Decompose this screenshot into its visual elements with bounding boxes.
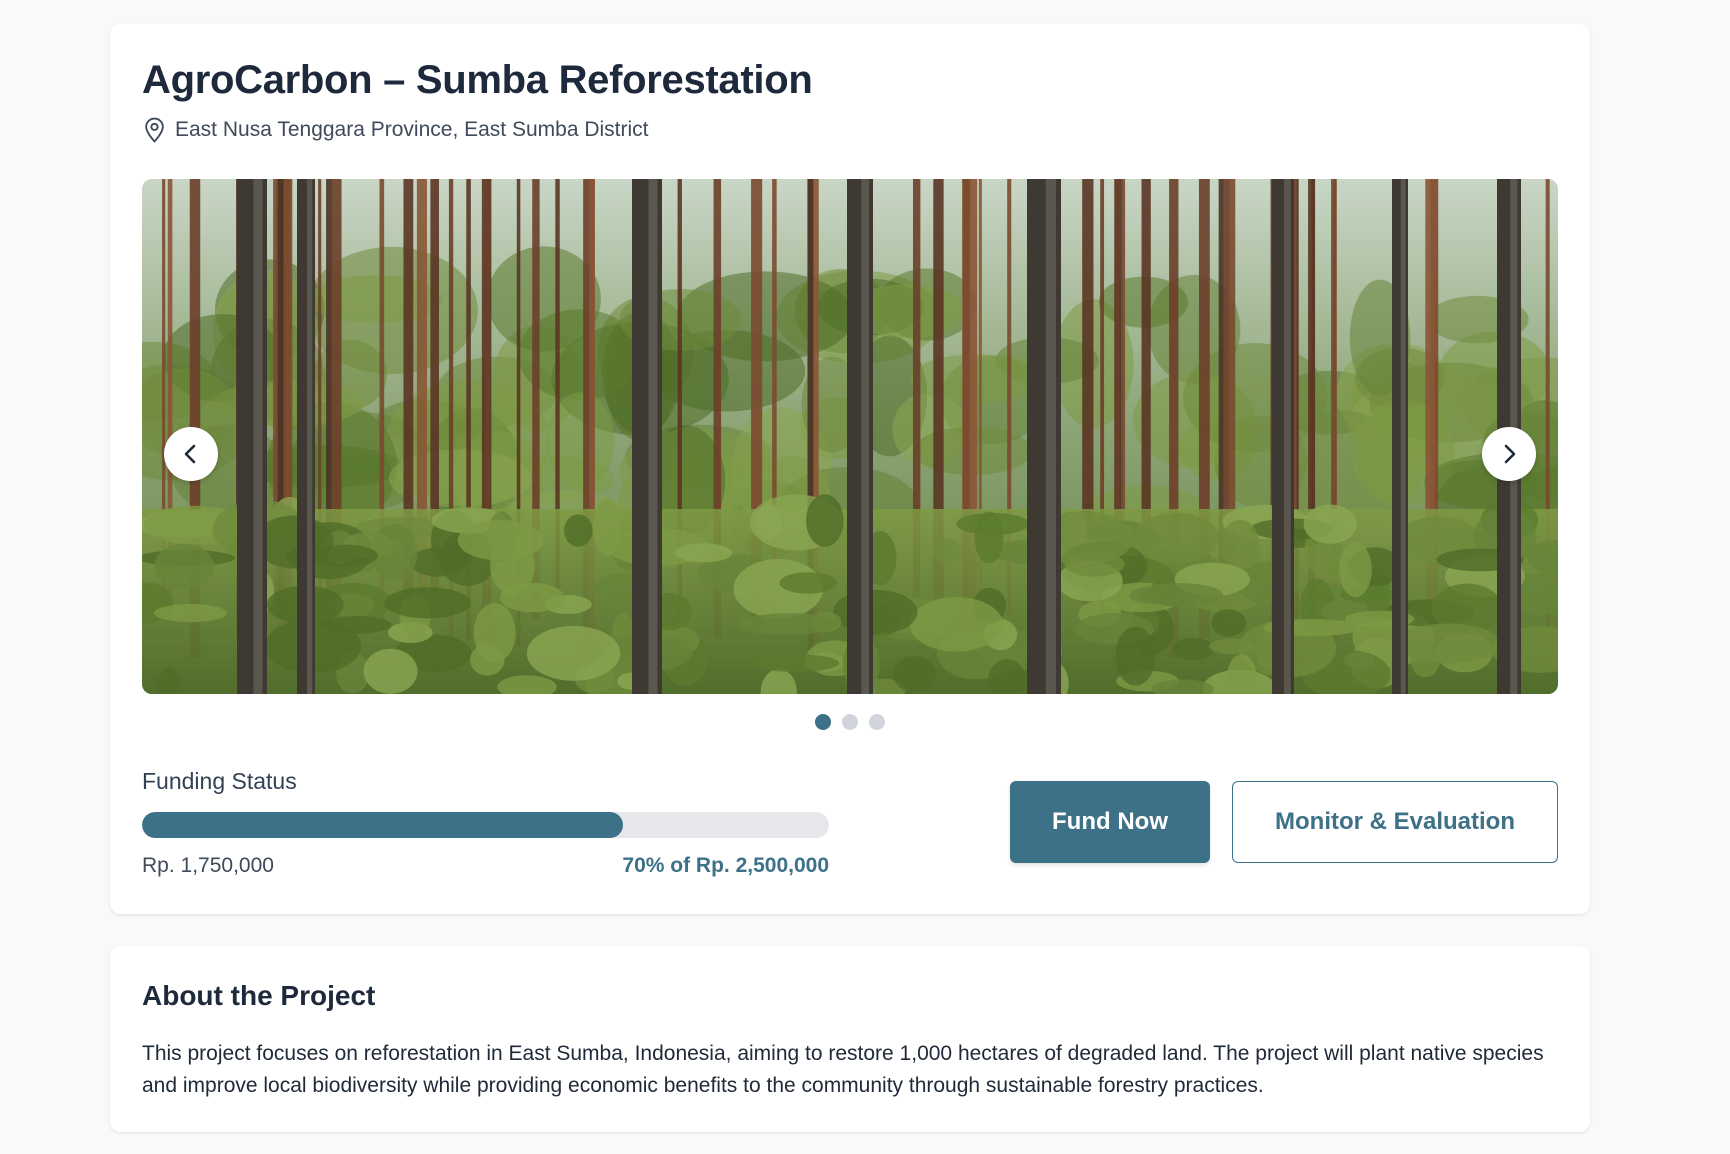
about-description: This project focuses on reforestation in… — [142, 1042, 1544, 1097]
funding-progress-bar — [142, 812, 829, 838]
chevron-left-icon — [184, 444, 196, 464]
fund-now-button[interactable]: Fund Now — [1010, 781, 1210, 863]
funding-progress-fill — [142, 812, 623, 838]
about-card: About the Project This project focuses o… — [110, 946, 1590, 1132]
funding-status-label: Funding Status — [142, 768, 297, 794]
project-card: AgroCarbon – Sumba Reforestation East Nu… — [110, 24, 1590, 914]
forest-photo — [142, 179, 1558, 694]
monitor-evaluation-button[interactable]: Monitor & Evaluation — [1232, 781, 1558, 863]
funding-target: 70% of Rp. 2,500,000 — [622, 854, 829, 877]
carousel-dot-2[interactable] — [842, 714, 858, 730]
carousel-next-button[interactable] — [1482, 427, 1536, 481]
image-carousel — [142, 179, 1558, 694]
carousel-dots — [110, 714, 1590, 730]
carousel-dot-1[interactable] — [815, 714, 831, 730]
location-text: East Nusa Tenggara Province, East Sumba … — [175, 118, 649, 141]
map-pin-icon — [145, 117, 164, 143]
chevron-right-icon — [1504, 444, 1516, 464]
carousel-dot-3[interactable] — [869, 714, 885, 730]
project-title: AgroCarbon – Sumba Reforestation — [142, 58, 813, 102]
about-title: About the Project — [142, 980, 376, 1011]
project-location: East Nusa Tenggara Province, East Sumba … — [142, 116, 649, 144]
carousel-prev-button[interactable] — [164, 427, 218, 481]
